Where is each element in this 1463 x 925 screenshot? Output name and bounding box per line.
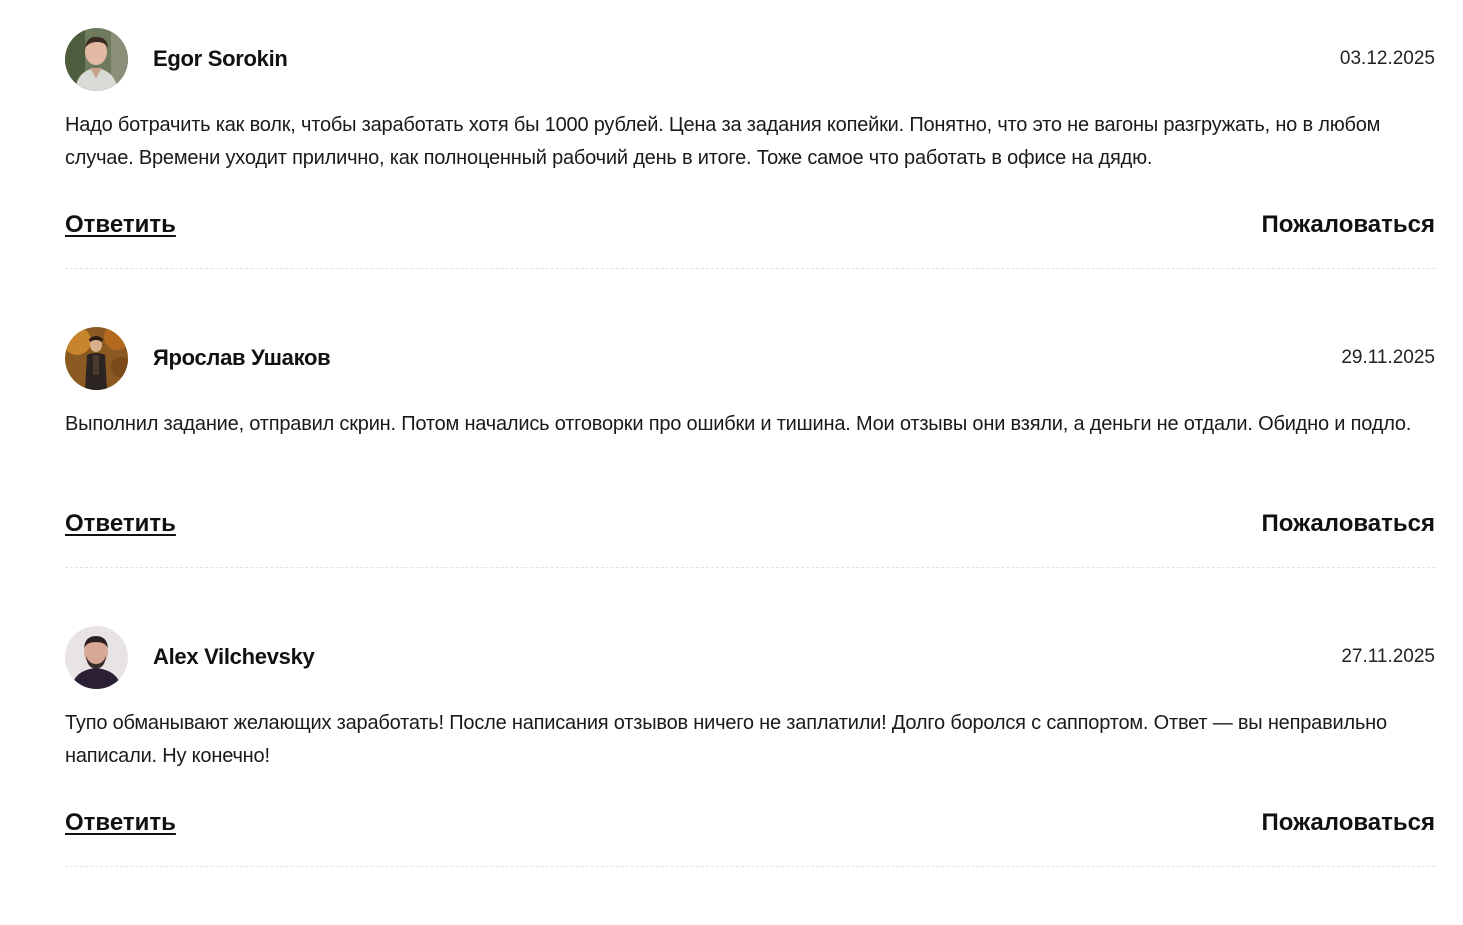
divider	[65, 567, 1435, 568]
reply-link[interactable]: Ответить	[65, 211, 176, 239]
comments-list: Egor Sorokin 03.12.2025 Надо ботрачить к…	[0, 0, 1463, 877]
comment-actions: Ответить Пожаловаться	[65, 211, 1435, 251]
divider	[65, 866, 1435, 867]
comment-date: 27.11.2025	[1341, 646, 1435, 667]
comment-header: Egor Sorokin 03.12.2025	[65, 28, 1435, 92]
comment-item: Egor Sorokin 03.12.2025 Надо ботрачить к…	[65, 28, 1435, 327]
comment-text: Выполнил задание, отправил скрин. Потом …	[65, 413, 1412, 435]
report-link[interactable]: Пожаловаться	[1262, 510, 1435, 538]
comment-date: 03.12.2025	[1339, 48, 1435, 69]
author-name: Alex Vilchevsky	[153, 644, 315, 669]
user-photo-avatar-icon	[65, 626, 128, 689]
comment-header: Ярослав Ушаков 29.11.2025	[65, 327, 1435, 391]
comment-item: Ярослав Ушаков 29.11.2025 Выполнил задан…	[65, 327, 1435, 626]
comment-actions: Ответить Пожаловаться	[65, 510, 1435, 550]
author-name: Egor Sorokin	[153, 46, 288, 71]
comment-text: Тупо обманывают желающих заработать! Пос…	[65, 712, 1387, 767]
user-photo-avatar-icon	[65, 327, 128, 390]
author-name: Ярослав Ушаков	[153, 345, 331, 370]
user-photo-avatar-icon	[65, 28, 128, 91]
report-link[interactable]: Пожаловаться	[1262, 809, 1435, 837]
reply-link[interactable]: Ответить	[65, 510, 176, 538]
reply-link[interactable]: Ответить	[65, 809, 176, 837]
divider	[65, 268, 1435, 269]
comment-date: 29.11.2025	[1341, 347, 1435, 368]
comment-actions: Ответить Пожаловаться	[65, 809, 1435, 849]
avatar[interactable]	[65, 28, 128, 91]
comment-header: Alex Vilchevsky 27.11.2025	[65, 626, 1435, 690]
report-link[interactable]: Пожаловаться	[1262, 211, 1435, 239]
comment-item: Alex Vilchevsky 27.11.2025 Тупо обманыва…	[65, 626, 1435, 925]
avatar[interactable]	[65, 626, 128, 689]
comment-text: Надо ботрачить как волк, чтобы заработат…	[65, 114, 1381, 169]
avatar[interactable]	[65, 327, 128, 390]
